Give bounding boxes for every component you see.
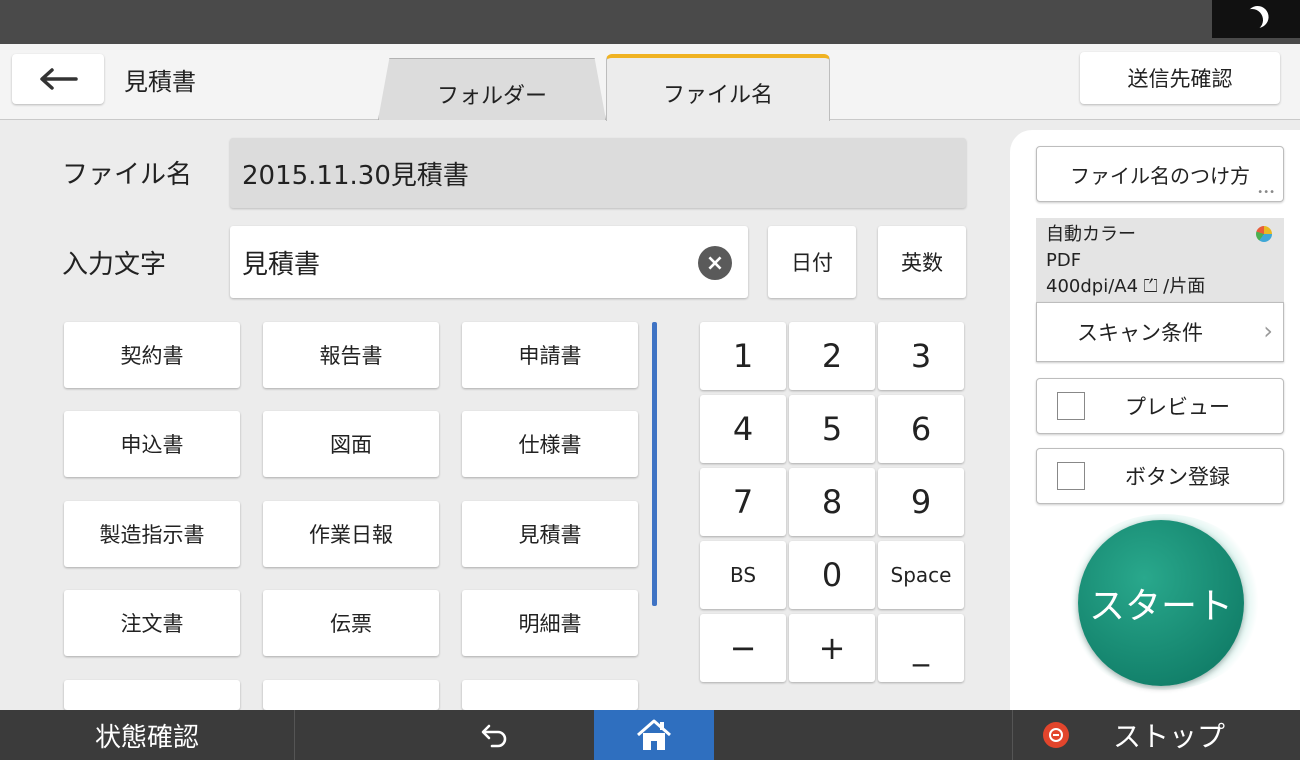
preview-toggle[interactable]: プレビュー xyxy=(1036,378,1284,434)
status-check-button[interactable]: 状態確認 xyxy=(0,710,295,760)
filename-rules-label: ファイル名のつけ方 xyxy=(1070,163,1250,188)
scan-settings-summary: 自動カラー PDF 400dpi/A4 ⏍ /片面 xyxy=(1036,218,1284,302)
key-9[interactable]: 9 xyxy=(878,468,964,536)
status-bar xyxy=(0,0,1300,44)
preset-word-button[interactable]: 契約書 xyxy=(64,322,240,388)
key-6[interactable]: 6 xyxy=(878,395,964,463)
key-minus[interactable]: − xyxy=(700,614,786,682)
preset-word-button[interactable]: 申込書 xyxy=(64,411,240,477)
arrow-left-icon xyxy=(40,68,78,90)
back-button[interactable] xyxy=(12,54,104,104)
register-label: ボタン登録 xyxy=(1125,465,1230,489)
preview-label: プレビュー xyxy=(1125,395,1230,419)
key-space[interactable]: Space xyxy=(878,541,964,609)
key-5[interactable]: 5 xyxy=(789,395,875,463)
start-button[interactable]: スタート xyxy=(1078,520,1244,686)
register-checkbox[interactable] xyxy=(1057,462,1085,490)
undo-icon xyxy=(481,724,507,748)
key-8[interactable]: 8 xyxy=(789,468,875,536)
preset-scrollbar[interactable] xyxy=(652,322,657,606)
auto-color-icon xyxy=(1256,226,1272,242)
preset-word-button[interactable]: 明細書 xyxy=(462,590,638,656)
input-text-label: 入力文字 xyxy=(62,250,167,280)
preview-checkbox[interactable] xyxy=(1057,392,1085,420)
preset-word-button[interactable]: 注文書 xyxy=(64,590,240,656)
page-title: 見積書 xyxy=(124,68,196,96)
bottom-bar: 状態確認 ストップ xyxy=(0,710,1300,760)
home-button[interactable] xyxy=(594,710,714,760)
resolution-text: 400dpi/A4 ⏍ /片面 xyxy=(1046,276,1206,297)
scan-settings-label: スキャン条件 xyxy=(1077,321,1203,345)
energy-saver-button[interactable] xyxy=(1212,0,1300,38)
preset-word-button[interactable]: 図面 xyxy=(263,411,439,477)
moon-icon xyxy=(1239,7,1264,32)
preset-word-button[interactable]: 作業日報 xyxy=(263,501,439,567)
preset-word-button[interactable]: 申請書 xyxy=(462,322,638,388)
more-icon: ••• xyxy=(1257,187,1275,198)
key-plus[interactable]: + xyxy=(789,614,875,682)
filename-field: 2015.11.30見積書 xyxy=(230,138,966,208)
home-icon xyxy=(637,719,671,750)
key-1[interactable]: 1 xyxy=(700,322,786,390)
preset-word-button-partial[interactable] xyxy=(64,680,240,710)
chevron-right-icon: › xyxy=(1263,317,1273,345)
preset-word-button-partial[interactable] xyxy=(263,680,439,710)
preset-word-button[interactable]: 仕様書 xyxy=(462,411,638,477)
input-text-value: 見積書 xyxy=(242,249,321,280)
key-underscore[interactable]: _ xyxy=(878,614,964,682)
register-button-toggle[interactable]: ボタン登録 xyxy=(1036,448,1284,504)
header: 見積書 フォルダー ファイル名 送信先確認 xyxy=(0,44,1300,121)
preset-word-button[interactable]: 製造指示書 xyxy=(64,501,240,567)
clear-icon[interactable]: × xyxy=(698,246,732,280)
stop-label: ストップ xyxy=(1113,720,1226,753)
tab-folder[interactable]: フォルダー xyxy=(378,58,606,120)
filename-rules-button[interactable]: ファイル名のつけ方 ••• xyxy=(1036,146,1284,202)
key-4[interactable]: 4 xyxy=(700,395,786,463)
input-text-field[interactable]: 見積書 × xyxy=(230,226,748,298)
key-2[interactable]: 2 xyxy=(789,322,875,390)
stop-button[interactable]: ストップ xyxy=(1012,710,1300,760)
date-button[interactable]: 日付 xyxy=(768,226,856,298)
color-mode-text: 自動カラー xyxy=(1046,224,1136,245)
scan-settings-button[interactable]: スキャン条件 › xyxy=(1036,302,1284,362)
key-7[interactable]: 7 xyxy=(700,468,786,536)
filename-label: ファイル名 xyxy=(62,160,193,190)
preset-word-button[interactable]: 伝票 xyxy=(263,590,439,656)
preset-word-button[interactable]: 報告書 xyxy=(263,322,439,388)
preset-word-button[interactable]: 見積書 xyxy=(462,501,638,567)
key-3[interactable]: 3 xyxy=(878,322,964,390)
preset-word-button-partial[interactable] xyxy=(462,680,638,710)
confirm-destination-button[interactable]: 送信先確認 xyxy=(1080,52,1280,104)
key-0[interactable]: 0 xyxy=(789,541,875,609)
file-format-text: PDF xyxy=(1046,250,1082,271)
key-backspace[interactable]: BS xyxy=(700,541,786,609)
stop-icon xyxy=(1043,722,1069,748)
tab-filename[interactable]: ファイル名 xyxy=(606,54,830,121)
undo-button[interactable] xyxy=(440,710,550,760)
alphanumeric-button[interactable]: 英数 xyxy=(878,226,966,298)
